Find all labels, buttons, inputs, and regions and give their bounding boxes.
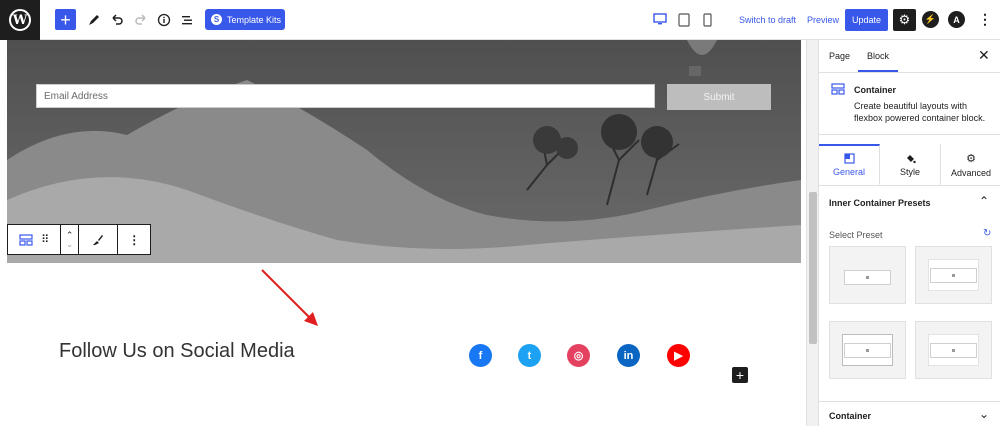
youtube-icon[interactable]: ▶ — [667, 344, 690, 367]
move-up-down-control[interactable]: ⌃ ⌄ — [61, 225, 80, 254]
tab-style[interactable]: Style — [880, 144, 941, 185]
tab-general-label: General — [832, 167, 866, 177]
tab-general[interactable]: General — [819, 144, 880, 185]
submit-button[interactable]: Submit — [667, 84, 771, 110]
add-block-button[interactable]: + — [55, 9, 76, 30]
astra-icon[interactable]: A — [948, 11, 965, 28]
bolt-icon[interactable]: ⚡ — [922, 11, 939, 28]
block-type-switcher[interactable]: ⠿ — [8, 225, 62, 254]
chevron-up-icon[interactable]: ⌃ — [979, 194, 989, 208]
block-toolbar: ⠿ ⌃ ⌄ ⋮ — [7, 224, 151, 255]
container-section-label: Container — [829, 411, 872, 421]
tab-block[interactable]: Block — [867, 51, 889, 61]
container-block-icon — [19, 233, 33, 246]
edit-pencil-icon[interactable] — [84, 10, 104, 30]
linkedin-icon[interactable]: in — [617, 344, 640, 367]
block-name: Container — [854, 85, 897, 95]
email-address-input[interactable]: Email Address — [36, 84, 655, 108]
container-block-icon — [831, 83, 845, 95]
redo-icon[interactable] — [131, 10, 151, 30]
tablet-icon[interactable] — [678, 13, 690, 29]
undo-icon[interactable] — [107, 10, 127, 30]
general-layout-icon — [843, 153, 855, 164]
editor-canvas: Email Address Submit ⠿ ⌃ ⌄ ⋮ Follow Us o… — [0, 40, 808, 426]
inner-container-presets-heading[interactable]: Inner Container Presets — [829, 198, 931, 208]
more-options-icon[interactable]: ⋮ — [978, 11, 992, 28]
add-block-inline-button[interactable]: + — [732, 367, 748, 383]
template-kits-icon: S — [211, 14, 222, 25]
info-icon[interactable] — [154, 10, 174, 30]
paint-bucket-icon — [906, 154, 916, 163]
follow-us-heading: Follow Us on Social Media — [59, 340, 295, 362]
chevron-down-icon: ⌄ — [979, 407, 990, 421]
reset-icon[interactable]: ↻ — [983, 228, 991, 239]
preset-option-4[interactable] — [915, 321, 992, 379]
scrollbar-thumb[interactable] — [809, 192, 817, 344]
gear-icon: ⚙ — [966, 152, 976, 165]
brush-icon — [93, 234, 104, 245]
block-options-icon[interactable]: ⋮ — [118, 225, 150, 254]
switch-to-draft-link[interactable]: Switch to draft — [739, 15, 796, 25]
preview-link[interactable]: Preview — [807, 15, 839, 25]
tab-style-label: Style — [899, 166, 920, 177]
template-kits-button[interactable]: S Template Kits — [205, 9, 285, 30]
style-brush-button[interactable] — [79, 225, 119, 254]
inspector-tabs: General Style ⚙ Advanced — [819, 144, 1000, 186]
container-section-toggle[interactable]: Container ⌄ — [819, 401, 1000, 426]
wordpress-logo-icon[interactable]: W — [0, 0, 40, 40]
block-card: Container Create beautiful layouts with … — [819, 73, 1000, 135]
tab-advanced-label: Advanced — [950, 167, 992, 178]
canvas-scrollbar[interactable] — [806, 40, 818, 426]
chevron-down-icon[interactable]: ⌄ — [66, 239, 74, 249]
editor-top-toolbar: W + S Template Kits Switch to draft Prev… — [0, 0, 1000, 40]
settings-sidebar: Page Block ✕ Container Create beautiful … — [818, 40, 1000, 426]
drag-handle-icon[interactable]: ⠿ — [41, 233, 49, 246]
active-tab-indicator — [858, 70, 898, 72]
preset-option-2[interactable] — [915, 246, 992, 304]
tab-advanced[interactable]: ⚙ Advanced — [941, 144, 1000, 185]
preset-option-1[interactable] — [829, 246, 906, 304]
list-view-icon[interactable] — [177, 10, 197, 30]
facebook-icon[interactable]: f — [469, 344, 492, 367]
instagram-icon[interactable]: ◎ — [567, 344, 590, 367]
select-preset-label: Select Preset — [829, 230, 883, 240]
desktop-icon[interactable] — [653, 13, 667, 28]
tab-page[interactable]: Page — [829, 51, 850, 61]
template-kits-label: Template Kits — [227, 14, 282, 25]
twitter-icon[interactable]: t — [518, 344, 541, 367]
preset-option-3[interactable] — [829, 321, 906, 379]
update-button[interactable]: Update — [845, 9, 888, 31]
close-icon[interactable]: ✕ — [978, 47, 990, 64]
settings-gear-icon[interactable]: ⚙ — [893, 9, 916, 31]
block-description: Create beautiful layouts with flexbox po… — [854, 101, 986, 123]
mobile-icon[interactable] — [703, 13, 712, 29]
sidebar-tabs: Page Block ✕ — [819, 40, 1000, 73]
email-placeholder: Email Address — [44, 90, 108, 102]
